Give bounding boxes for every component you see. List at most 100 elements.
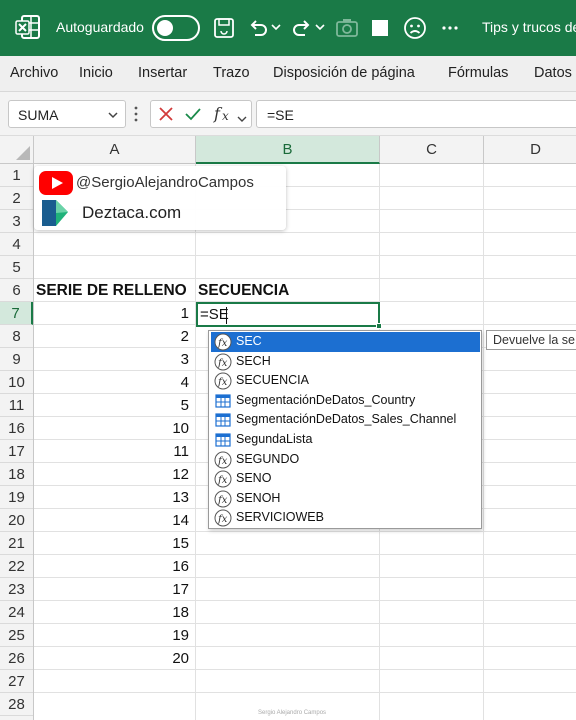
autocomplete-item[interactable]: SegmentaciónDeDatos_Country	[211, 391, 480, 411]
row-header[interactable]: 25	[0, 624, 33, 647]
autocomplete-label: SegmentaciónDeDatos_Sales_Channel	[236, 412, 457, 427]
square-shape-icon[interactable]	[370, 18, 390, 38]
insert-function-icon[interactable]: fx	[213, 104, 237, 129]
row-header[interactable]: 10	[0, 371, 33, 394]
column-header-a[interactable]: A	[34, 136, 196, 164]
formula-text: =SE	[267, 107, 294, 123]
cell-a-value[interactable]: 14	[34, 509, 192, 532]
undo-dropdown-icon[interactable]	[270, 20, 282, 34]
row-header[interactable]: 5	[0, 256, 33, 279]
autocomplete-item[interactable]: fx SECUENCIA	[211, 371, 480, 391]
row-header[interactable]: 26	[0, 647, 33, 670]
row-header[interactable]: 24	[0, 601, 33, 624]
cell-a-value[interactable]: 11	[34, 440, 192, 463]
active-cell-b7[interactable]: =SE	[196, 302, 380, 327]
save-icon[interactable]	[212, 16, 236, 40]
autocomplete-item[interactable]: fx SECH	[211, 352, 480, 372]
tab-archivo[interactable]: Archivo	[10, 65, 58, 81]
cell-a6-header[interactable]: SERIE DE RELLENO	[36, 279, 187, 302]
cell-a-value[interactable]: 12	[34, 463, 192, 486]
table-icon	[214, 392, 232, 410]
cell-a-value[interactable]: 18	[34, 601, 192, 624]
svg-text:fx: fx	[217, 377, 228, 388]
cell-a-value[interactable]: 2	[34, 325, 192, 348]
camera-icon[interactable]	[334, 16, 360, 40]
cell-a-value[interactable]: 10	[34, 417, 192, 440]
autocomplete-label: SECH	[236, 353, 271, 368]
autocomplete-label: SegmentaciónDeDatos_Country	[236, 392, 416, 407]
cell-a-value[interactable]: 15	[34, 532, 192, 555]
vertical-dots-icon[interactable]	[134, 105, 138, 128]
row-header[interactable]: 22	[0, 555, 33, 578]
cell-a-value[interactable]: 1	[34, 302, 192, 325]
chevron-down-icon[interactable]	[107, 108, 119, 126]
row-header[interactable]: 20	[0, 509, 33, 532]
cell-b6-header[interactable]: SECUENCIA	[198, 279, 289, 302]
tab-disposicion-pagina[interactable]: Disposición de página	[273, 65, 415, 81]
row-header[interactable]: 16	[0, 417, 33, 440]
row-header[interactable]: 27	[0, 670, 33, 693]
more-options-icon[interactable]	[440, 18, 460, 38]
fill-handle[interactable]	[376, 323, 382, 329]
tab-trazo[interactable]: Trazo	[213, 65, 250, 81]
redo-icon[interactable]	[290, 16, 314, 40]
row-header[interactable]: 28	[0, 693, 33, 716]
autocomplete-item[interactable]: fx SEGUNDO	[211, 450, 480, 470]
row-header[interactable]: 23	[0, 578, 33, 601]
cell-a-value[interactable]: 17	[34, 578, 192, 601]
row-header[interactable]: 3	[0, 210, 33, 233]
redo-dropdown-icon[interactable]	[314, 20, 326, 34]
tab-insertar[interactable]: Insertar	[138, 65, 187, 81]
tab-datos[interactable]: Datos	[534, 65, 572, 81]
cell-a-value[interactable]: 13	[34, 486, 192, 509]
row-header[interactable]: 18	[0, 463, 33, 486]
brand-watermark: @SergioAlejandroCampos Deztaca.com	[34, 166, 286, 230]
row-header[interactable]: 21	[0, 532, 33, 555]
row-header[interactable]: 4	[0, 233, 33, 256]
row-header[interactable]: 9	[0, 348, 33, 371]
autocomplete-item[interactable]: SegmentaciónDeDatos_Sales_Channel	[211, 410, 480, 430]
autosave-toggle[interactable]	[152, 15, 200, 41]
column-header-b[interactable]: B	[196, 136, 380, 164]
row-header[interactable]: 11	[0, 394, 33, 417]
column-header-d[interactable]: D	[484, 136, 576, 164]
autocomplete-item[interactable]: fx SEC	[211, 332, 480, 352]
autocomplete-item[interactable]: fx SERVICIOWEB	[211, 508, 480, 528]
autocomplete-label: SENOH	[236, 490, 281, 505]
autocomplete-item[interactable]: SegundaLista	[211, 430, 480, 450]
undo-icon[interactable]	[246, 16, 270, 40]
cell-a-value[interactable]: 19	[34, 624, 192, 647]
formula-input[interactable]: =SE	[256, 100, 576, 128]
row-header[interactable]: 1	[0, 164, 33, 187]
cell-a-value[interactable]: 3	[34, 348, 192, 371]
svg-text:fx: fx	[217, 475, 228, 486]
enter-check-icon[interactable]	[184, 106, 202, 127]
cancel-icon[interactable]	[158, 106, 174, 127]
fx-dropdown-icon[interactable]	[237, 110, 247, 128]
function-tooltip: Devuelve la se	[486, 330, 576, 350]
name-box-value: SUMA	[18, 107, 59, 123]
svg-text:fx: fx	[217, 514, 228, 525]
tab-inicio[interactable]: Inicio	[79, 65, 113, 81]
row-header[interactable]: 6	[0, 279, 33, 302]
row-header[interactable]: 7	[0, 302, 33, 325]
row-header[interactable]: 2	[0, 187, 33, 210]
autocomplete-item[interactable]: fx SENO	[211, 469, 480, 489]
column-header-c[interactable]: C	[380, 136, 484, 164]
function-icon: fx	[214, 333, 232, 351]
row-header[interactable]: 8	[0, 325, 33, 348]
svg-text:fx: fx	[217, 358, 228, 369]
autocomplete-item[interactable]: fx SENOH	[211, 489, 480, 509]
autocomplete-label: SEC	[236, 334, 262, 348]
cell-a-value[interactable]: 16	[34, 555, 192, 578]
cell-a-value[interactable]: 5	[34, 394, 192, 417]
autosave-label: Autoguardado	[56, 19, 144, 35]
name-box[interactable]: SUMA	[8, 100, 126, 128]
feedback-face-icon[interactable]	[402, 15, 428, 41]
tab-formulas[interactable]: Fórmulas	[448, 65, 508, 81]
row-header[interactable]: 17	[0, 440, 33, 463]
cell-a-value[interactable]: 20	[34, 647, 192, 670]
cell-a-value[interactable]: 4	[34, 371, 192, 394]
row-header[interactable]: 19	[0, 486, 33, 509]
select-all-corner[interactable]	[0, 136, 34, 164]
